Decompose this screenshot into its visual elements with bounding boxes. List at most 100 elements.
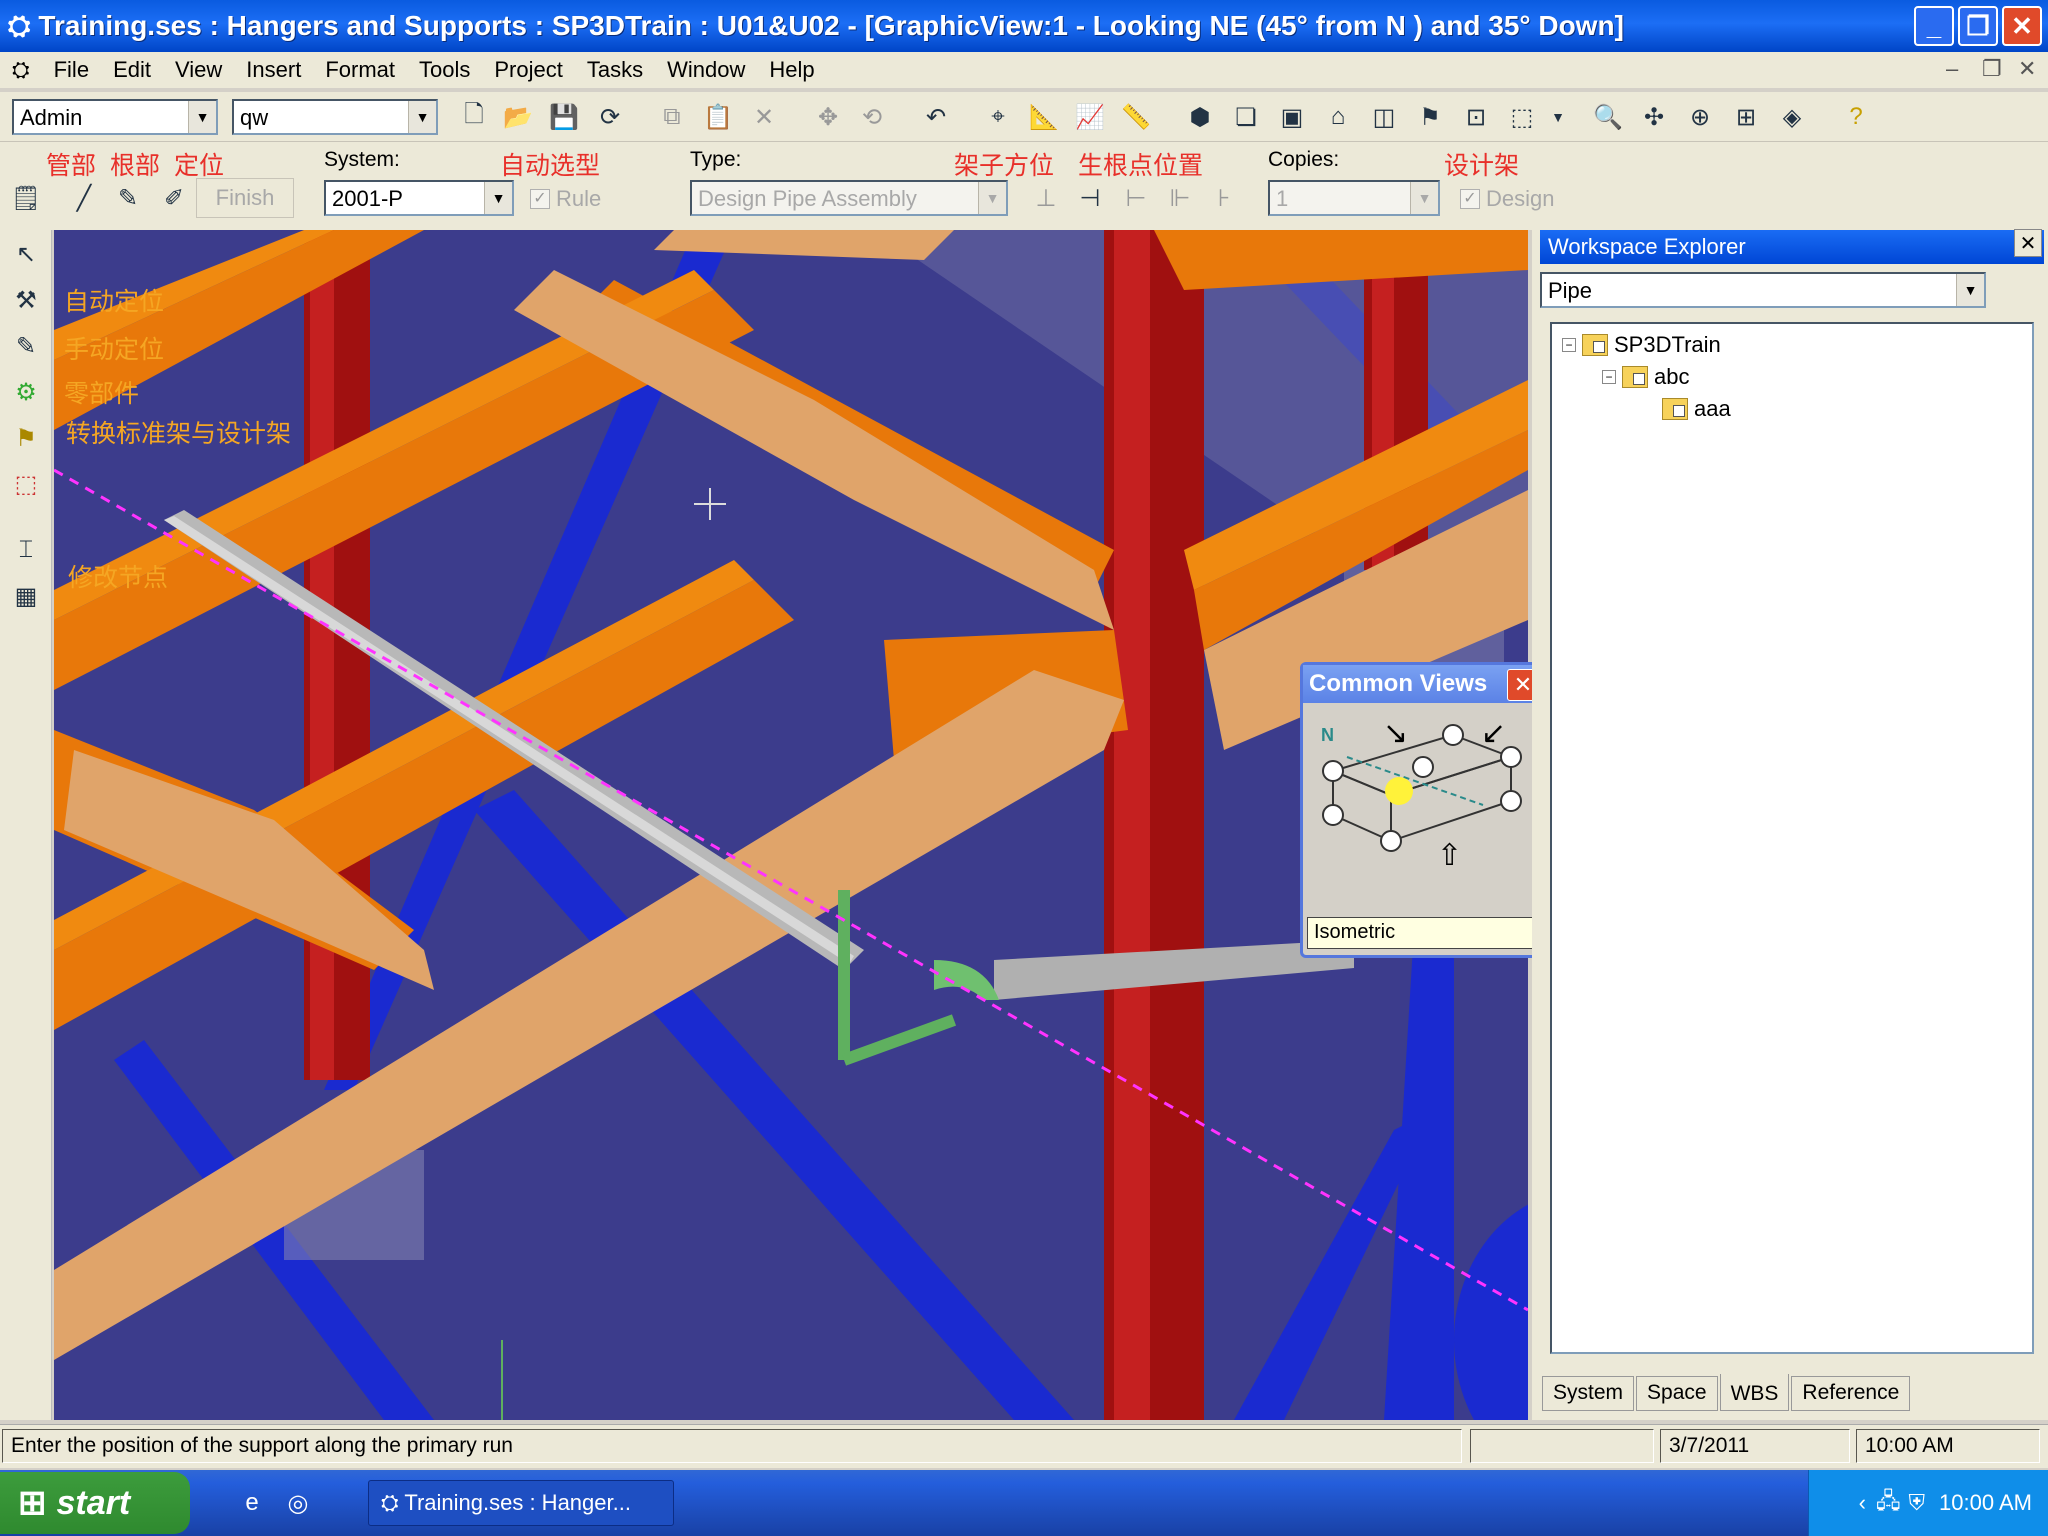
menu-project[interactable]: Project [482,57,574,83]
tree-node-abc[interactable]: − abc [1602,364,1689,390]
modify-node-icon[interactable]: ▦ [6,576,46,616]
rule-checkbox[interactable]: ✓ Rule [530,186,601,212]
chevron-down-icon[interactable]: ▼ [1956,274,1984,306]
collapse-icon[interactable]: − [1602,370,1616,384]
tab-space[interactable]: Space [1636,1376,1718,1411]
chevron-down-icon[interactable]: ▼ [1410,182,1438,214]
filter-combo[interactable]: qw ▼ [232,99,438,135]
clip-box-icon[interactable]: ▣ [1272,97,1312,137]
collapse-icon[interactable]: − [1562,338,1576,352]
view-cube-widget[interactable]: N ↘ ↙ ⇧ [1303,705,1543,875]
select-region-icon[interactable]: ⬚ [1502,97,1542,137]
arrow-up-icon[interactable]: ⇧ [1437,838,1462,873]
annotation-auto-select: 自动选型 [500,152,601,180]
pipe-select-icon[interactable]: ╱ [64,178,104,218]
zoom-area-icon[interactable]: ⊕ [1680,97,1720,137]
menu-format[interactable]: Format [313,57,407,83]
restore-button[interactable]: ❐ [1958,6,1998,46]
view-name-field[interactable]: Isometric [1307,917,1539,949]
auto-place-icon[interactable]: ⚒ [6,280,46,320]
network-icon[interactable]: 🖧 [1876,1484,1901,1522]
flag-icon[interactable]: ⚑ [1410,97,1450,137]
position-icon[interactable]: ✐ [154,178,194,218]
doc-minimize-button[interactable]: – [1946,56,1958,82]
user-combo[interactable]: Admin ▼ [12,99,218,135]
undo-icon[interactable]: ↶ [916,97,956,137]
zoom-fit-icon[interactable]: ⊞ [1726,97,1766,137]
parts-icon[interactable]: ⚙ [6,372,46,412]
root-point-icon[interactable]: ⊣ [1070,178,1110,218]
copies-combo[interactable]: 1 ▼ [1268,180,1440,216]
root-select-icon[interactable]: ✎ [108,178,148,218]
doc-restore-button[interactable]: ❐ [1982,56,2002,82]
zoom-icon[interactable]: 🔍 [1588,97,1628,137]
tab-reference[interactable]: Reference [1791,1376,1911,1411]
delete-icon[interactable]: ✕ [744,97,784,137]
arrow-down-right-icon[interactable]: ↘ [1383,716,1408,751]
chart-icon[interactable]: 📈 [1070,97,1110,137]
menu-insert[interactable]: Insert [234,57,313,83]
refresh-icon[interactable]: ⟳ [590,97,630,137]
taskbar-app-button[interactable]: ⛭ Training.ses : Hanger... [368,1480,674,1526]
chevron-down-icon[interactable]: ▼ [1538,97,1578,137]
help-icon[interactable]: ? [1836,97,1876,137]
snap-icon[interactable]: ⌖ [978,97,1018,137]
close-button[interactable]: ✕ [2002,6,2042,46]
chevron-down-icon[interactable]: ▼ [978,182,1006,214]
align-icon[interactable]: ⊦ [1204,178,1244,218]
rotate-icon[interactable]: ⟲ [852,97,892,137]
beam-icon[interactable]: ⌶ [6,530,46,570]
menu-tools[interactable]: Tools [407,57,482,83]
manual-place-icon[interactable]: ✎ [6,326,46,366]
offset-icon[interactable]: ⊢ [1116,178,1156,218]
chevron-down-icon[interactable]: ▼ [408,101,436,133]
convert-icon[interactable]: ⚑ [6,418,46,458]
fit-icon[interactable]: ⊡ [1456,97,1496,137]
tray-expand-icon[interactable]: ‹ [1859,1490,1866,1516]
tab-wbs[interactable]: WBS [1719,1374,1790,1411]
place-icon[interactable]: ⬚ [6,464,46,504]
close-icon[interactable]: ✕ [2014,229,2042,257]
paste-icon[interactable]: 📋 [698,97,738,137]
security-shield-icon[interactable]: ⛨ [1909,1490,1926,1516]
type-combo[interactable]: Design Pipe Assembly ▼ [690,180,1008,216]
system-combo[interactable]: 2001-P ▼ [324,180,514,216]
menu-help[interactable]: Help [757,57,826,83]
view-cube-icon[interactable]: ⬢ [1180,97,1220,137]
save-icon[interactable]: 💾 [544,97,584,137]
orientation-icon[interactable]: ⊥ [1026,178,1066,218]
ruler-icon[interactable]: 📏 [1116,97,1156,137]
windows-icon[interactable]: ❏ [1226,97,1266,137]
pan-icon[interactable]: ✣ [1634,97,1674,137]
flip-icon[interactable]: ⊩ [1160,178,1200,218]
menu-edit[interactable]: Edit [101,57,163,83]
arrow-down-left-icon[interactable]: ↙ [1481,716,1506,751]
new-icon[interactable]: 🗋 [454,97,494,137]
common-views-icon[interactable]: ◈ [1772,97,1812,137]
start-button[interactable]: ⊞ start [0,1472,190,1534]
volume-icon[interactable]: ◫ [1364,97,1404,137]
menu-window[interactable]: Window [655,57,757,83]
move-icon[interactable]: ✥ [808,97,848,137]
menu-file[interactable]: File [42,57,101,83]
tree-node-aaa[interactable]: aaa [1662,396,1731,422]
chevron-down-icon[interactable]: ▼ [484,182,512,214]
doc-close-button[interactable]: ✕ [2018,56,2036,82]
finish-button[interactable]: Finish [196,178,294,218]
copy-icon[interactable]: ⧉ [652,97,692,137]
open-icon[interactable]: 📂 [498,97,538,137]
ie-icon[interactable]: e [232,1483,272,1523]
menu-view[interactable]: View [163,57,234,83]
workspace-filter-combo[interactable]: Pipe ▼ [1540,272,1986,308]
select-arrow-icon[interactable]: ↖ [6,234,46,274]
minimize-button[interactable]: _ [1914,6,1954,46]
quicklaunch-icon[interactable]: ◎ [278,1483,318,1523]
menu-tasks[interactable]: Tasks [575,57,655,83]
design-checkbox[interactable]: ✓ Design [1460,186,1554,212]
house-icon[interactable]: ⌂ [1318,97,1358,137]
measure-icon[interactable]: 📐 [1024,97,1064,137]
chevron-down-icon[interactable]: ▼ [188,101,216,133]
properties-icon[interactable]: 🗒 [6,178,46,218]
tab-system[interactable]: System [1542,1376,1635,1411]
tree-node-root[interactable]: − SP3DTrain [1562,332,1721,358]
